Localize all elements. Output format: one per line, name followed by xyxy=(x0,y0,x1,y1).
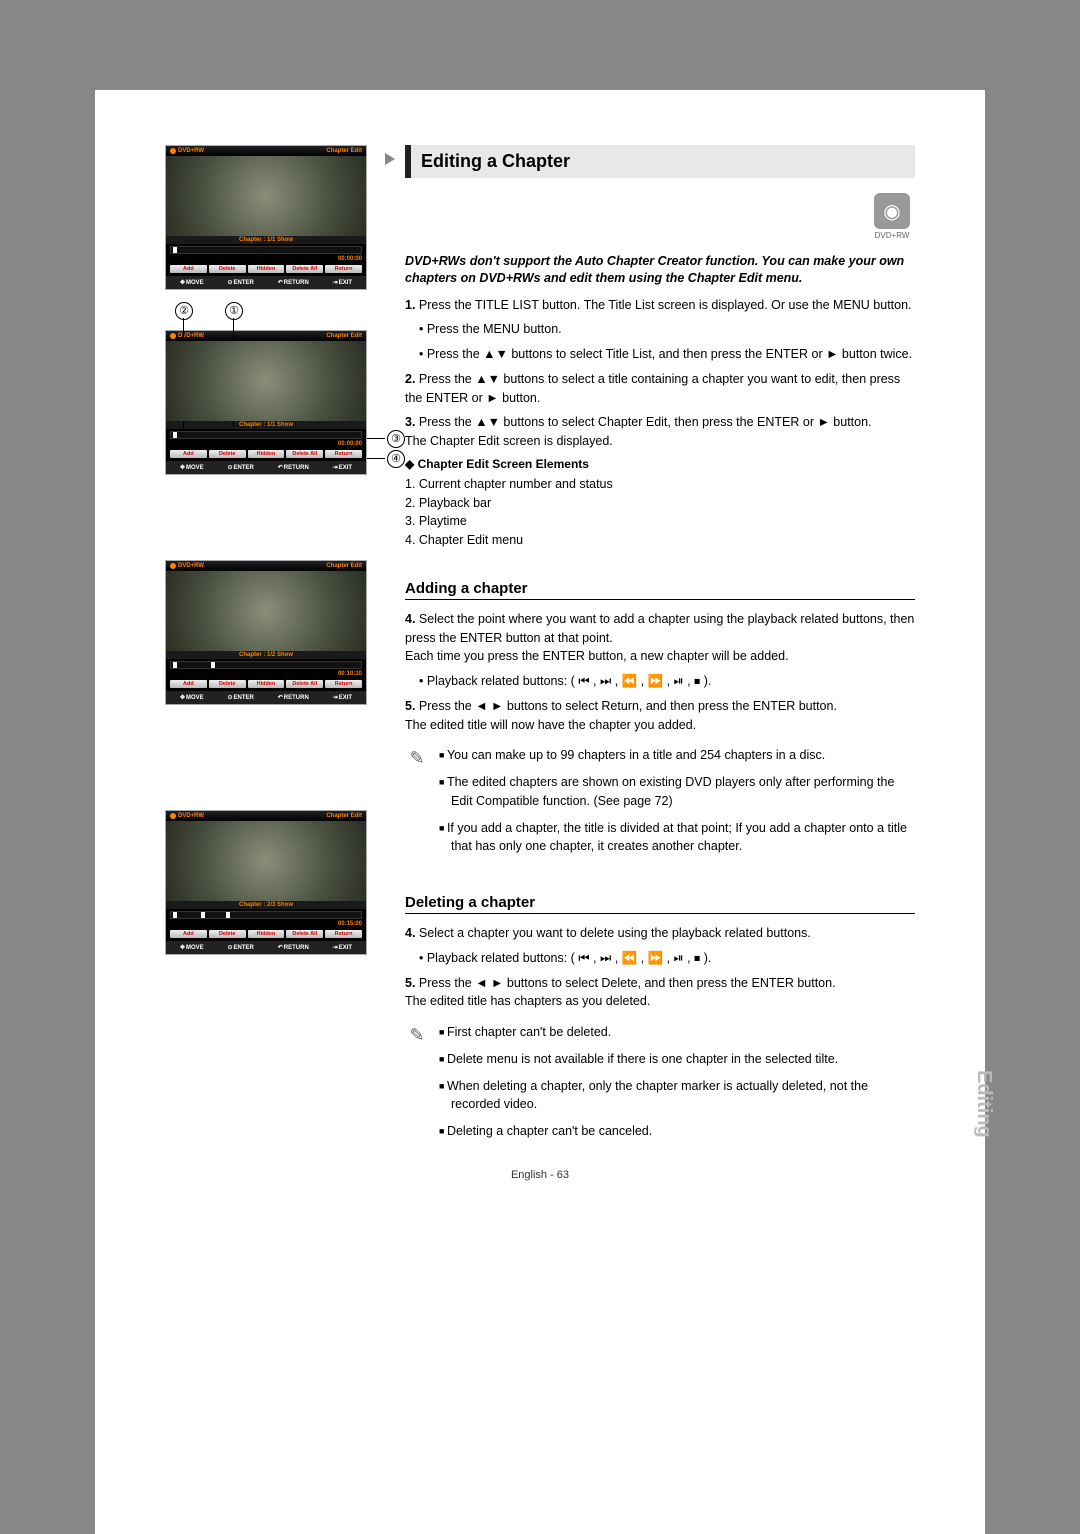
section-arrow-icon xyxy=(385,153,395,165)
screenshot-nav-bar: ✥ MOVE ⊙ ENTER ↶ RETURN ⇥ EXIT xyxy=(166,276,366,289)
deleting-chapter-heading: Deleting a chapter xyxy=(405,894,915,914)
screenshot-mode-label: Chapter Edit xyxy=(326,148,362,154)
disc-type-icon: ◉ DVD+RW xyxy=(869,193,915,240)
deleting-steps-list: 4. Select a chapter you want to delete u… xyxy=(405,924,915,1011)
deleting-notes-list: First chapter can't be deleted. Delete m… xyxy=(439,1023,915,1149)
page-footer: English - 63 xyxy=(165,1169,915,1181)
screen-elements-heading: Chapter Edit Screen Elements xyxy=(405,457,915,471)
screenshot-time: 00:00:00 xyxy=(338,256,362,262)
screenshot-progress-bar xyxy=(170,246,362,254)
note-icon: ✎ xyxy=(405,1023,429,1047)
screenshot-video-area xyxy=(166,156,366,236)
screenshot-btn-delete: Delete xyxy=(209,265,246,273)
screenshot-btn-return: Return xyxy=(325,265,362,273)
screenshot-disc-label: DVD+RW xyxy=(170,148,204,154)
callout-1-icon: ① xyxy=(225,302,243,320)
screenshot-btn-deleteall: Delete All xyxy=(286,265,323,273)
adding-notes-list: You can make up to 99 chapters in a titl… xyxy=(439,746,915,864)
section-title-editing-chapter: Editing a Chapter xyxy=(405,145,915,178)
callout-2-icon: ② xyxy=(175,302,193,320)
screen-elements-list: 1. Current chapter number and status 2. … xyxy=(405,475,915,550)
chapter-edit-screenshot-4: DVD+RW Chapter Edit Chapter : 2/3 Show 0… xyxy=(165,810,367,955)
callout-3-icon: ③ xyxy=(387,430,405,448)
screenshot-btn-add: Add xyxy=(170,265,207,273)
chapter-edit-screenshot-3: DVD+RW Chapter Edit Chapter : 1/2 Show 0… xyxy=(165,560,367,705)
side-tab-editing: Editing xyxy=(972,1070,995,1138)
chapter-edit-screenshot-1: DVD+RW Chapter Edit Chapter : 1/1 Show 0… xyxy=(165,145,367,290)
screenshot-btn-hidden: Hidden xyxy=(248,265,285,273)
chapter-edit-screenshot-2: DVD+RW Chapter Edit Chapter : 1/1 Show 0… xyxy=(165,330,367,475)
note-icon: ✎ xyxy=(405,746,429,770)
screenshot-button-row: Add Delete Hidden Delete All Return xyxy=(166,262,366,276)
callout-4-icon: ④ xyxy=(387,450,405,468)
screenshot-chapter-line: Chapter : 1/1 Show xyxy=(166,236,366,244)
main-steps-list: 1. Press the TITLE LIST button. The Titl… xyxy=(405,296,915,451)
adding-steps-list: 4. Select the point where you want to ad… xyxy=(405,610,915,735)
intro-text: DVD+RWs don't support the Auto Chapter C… xyxy=(405,253,915,288)
adding-chapter-heading: Adding a chapter xyxy=(405,580,915,600)
